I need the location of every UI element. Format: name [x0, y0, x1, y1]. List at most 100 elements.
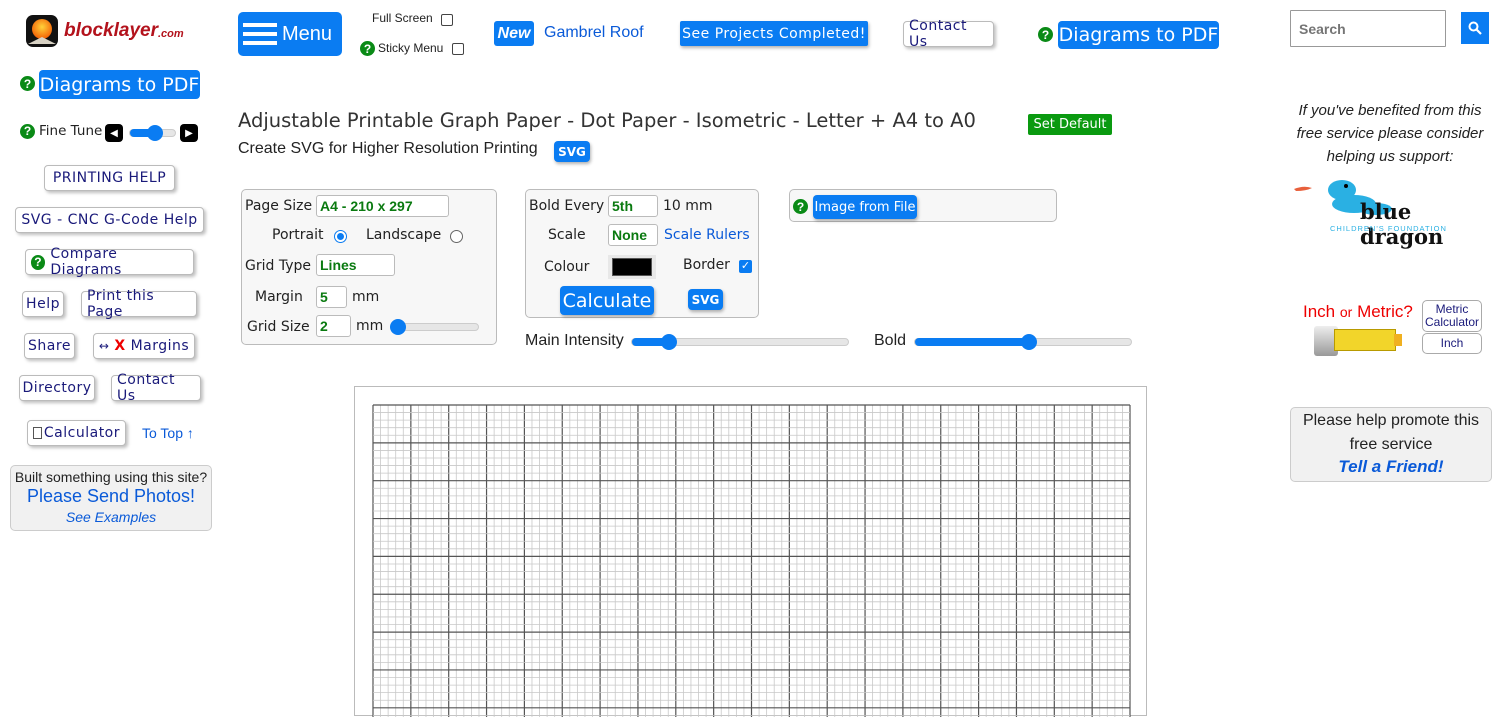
- scale-label: Scale: [548, 227, 586, 243]
- share-button[interactable]: Share: [24, 333, 75, 359]
- inch-text: Inch: [1303, 302, 1336, 321]
- logo-text: blocklayer: [64, 20, 158, 41]
- fine-tune-left-icon[interactable]: ◀: [105, 124, 123, 142]
- metric-calculator-button[interactable]: Metric Calculator: [1422, 300, 1482, 332]
- sidebar-contact-button[interactable]: Contact Us: [111, 372, 201, 404]
- menu-button[interactable]: Menu: [238, 12, 342, 56]
- to-top-link[interactable]: To Top ↑: [142, 425, 194, 441]
- bold-slider[interactable]: [914, 334, 1132, 350]
- border-checkbox[interactable]: ✓: [739, 260, 752, 273]
- promote-text: Please help promote this free service: [1302, 412, 1480, 453]
- portrait-label: Portrait: [272, 227, 324, 243]
- calculator-label: Calculator: [43, 425, 120, 441]
- arrow-icon: ↔: [98, 339, 110, 353]
- blue-dragon-sub: CHILDREN'S FOUNDATION: [1330, 224, 1447, 233]
- top-contact-button[interactable]: Contact Us: [903, 18, 994, 50]
- see-projects-button[interactable]: See Projects Completed!: [680, 21, 868, 46]
- blue-dragon-logo[interactable]: blue dragon CHILDREN'S FOUNDATION: [1292, 177, 1490, 249]
- bold-every-mm: 10 mm: [663, 198, 713, 214]
- help-icon[interactable]: ?: [360, 41, 375, 56]
- image-from-file-button[interactable]: Image from File: [813, 195, 917, 219]
- margins-button[interactable]: ↔ X Margins: [93, 333, 195, 359]
- margins-label: Margins: [130, 338, 190, 354]
- x-icon: X: [114, 338, 126, 354]
- fine-tune-slider[interactable]: [129, 125, 176, 141]
- fine-tune-right-icon[interactable]: ▶: [180, 124, 198, 142]
- checkbox-icon: [33, 427, 42, 439]
- sticky-menu-checkbox[interactable]: [452, 43, 464, 55]
- full-screen-label: Full Screen: [372, 11, 433, 25]
- page-subtitle: Create SVG for Higher Resolution Printin…: [238, 140, 538, 157]
- logo[interactable]: blocklayer .com: [26, 15, 184, 47]
- full-screen-checkbox[interactable]: [441, 14, 453, 26]
- compare-diagrams-button[interactable]: ? Compare Diagrams: [25, 246, 194, 278]
- help-icon: ?: [31, 254, 46, 270]
- graph-paper-preview: [354, 386, 1147, 717]
- menu-label: Menu: [282, 22, 333, 45]
- scale-rulers-link[interactable]: Scale Rulers: [664, 227, 750, 243]
- new-badge: New: [494, 21, 534, 46]
- tell-friend-link[interactable]: Tell a Friend!: [1291, 457, 1491, 477]
- grid-size-label: Grid Size: [247, 319, 310, 335]
- grid-size-field[interactable]: 2: [316, 315, 351, 337]
- fine-tune-label: Fine Tune: [39, 123, 103, 139]
- search-button[interactable]: [1461, 12, 1489, 44]
- hamburger-icon: [243, 23, 277, 45]
- tape-measure-icon: [1314, 324, 1402, 358]
- page-title: Adjustable Printable Graph Paper - Dot P…: [238, 109, 976, 132]
- calculate-button[interactable]: Calculate: [560, 286, 654, 315]
- sticky-menu-label: Sticky Menu: [378, 41, 444, 55]
- fine-tune: ? Fine Tune: [20, 123, 102, 139]
- page-size-field[interactable]: A4 - 210 x 297: [316, 195, 449, 217]
- help-button[interactable]: Help: [22, 291, 64, 317]
- panel-svg-button[interactable]: SVG: [688, 289, 723, 310]
- grid-type-label: Grid Type: [245, 258, 311, 274]
- calculator-button[interactable]: Calculator: [27, 420, 126, 446]
- margin-unit: mm: [352, 289, 380, 305]
- set-default-button[interactable]: Set Default: [1028, 114, 1112, 135]
- print-page-button[interactable]: Print this Page: [81, 288, 197, 320]
- page-size-label: Page Size: [245, 198, 313, 214]
- compare-label: Compare Diagrams: [50, 246, 122, 278]
- send-photos-box[interactable]: Built something using this site? Please …: [10, 465, 212, 531]
- inch-button[interactable]: Inch: [1422, 333, 1482, 354]
- send-photos-link[interactable]: Please Send Photos!: [11, 486, 211, 507]
- bold-label: Bold: [874, 332, 907, 349]
- logo-icon: [26, 15, 58, 47]
- see-examples-link[interactable]: See Examples: [11, 509, 211, 525]
- grid-lines: [372, 404, 1131, 717]
- bold-every-field[interactable]: 5th: [608, 195, 658, 217]
- search-input[interactable]: [1290, 10, 1446, 47]
- main-intensity-label: Main Intensity: [525, 332, 624, 349]
- metric-text: Metric?: [1357, 302, 1413, 321]
- grid-size-unit: mm: [356, 318, 384, 334]
- grid-type-field[interactable]: Lines: [316, 254, 395, 276]
- main-intensity-slider[interactable]: [631, 334, 849, 350]
- portrait-radio[interactable]: [334, 230, 347, 243]
- top-diagrams-pdf-button[interactable]: Diagrams to PDF: [1058, 21, 1219, 49]
- margin-label: Margin: [255, 289, 303, 305]
- landscape-radio[interactable]: [450, 230, 463, 243]
- photos-question: Built something using this site?: [14, 469, 208, 485]
- help-icon[interactable]: ?: [1038, 27, 1053, 42]
- grid-size-slider[interactable]: [390, 319, 479, 335]
- promote-box: Please help promote this free service Te…: [1290, 407, 1492, 482]
- help-icon[interactable]: ?: [20, 76, 35, 91]
- printing-help-button[interactable]: PRINTING HELP: [44, 165, 175, 191]
- bold-every-label: Bold Every: [529, 198, 605, 214]
- help-icon[interactable]: ?: [20, 123, 35, 139]
- scale-field[interactable]: None: [608, 224, 658, 246]
- colour-swatch-fill: [612, 258, 652, 276]
- colour-swatch[interactable]: [608, 255, 656, 279]
- directory-button[interactable]: Directory: [19, 375, 95, 401]
- gambrel-roof-link[interactable]: Gambrel Roof: [544, 24, 644, 42]
- border-label: Border: [683, 257, 730, 273]
- margin-field[interactable]: 5: [316, 286, 347, 308]
- or-text: or: [1339, 304, 1353, 320]
- search-icon: [1468, 21, 1482, 35]
- sidebar-diagrams-pdf-button[interactable]: Diagrams to PDF: [39, 70, 200, 99]
- svg-cnc-help-button[interactable]: SVG - CNC G-Code Help: [15, 207, 204, 233]
- header-svg-button[interactable]: SVG: [554, 141, 590, 162]
- help-icon[interactable]: ?: [793, 199, 808, 214]
- inch-or-metric: Inch or Metric?: [1303, 302, 1413, 322]
